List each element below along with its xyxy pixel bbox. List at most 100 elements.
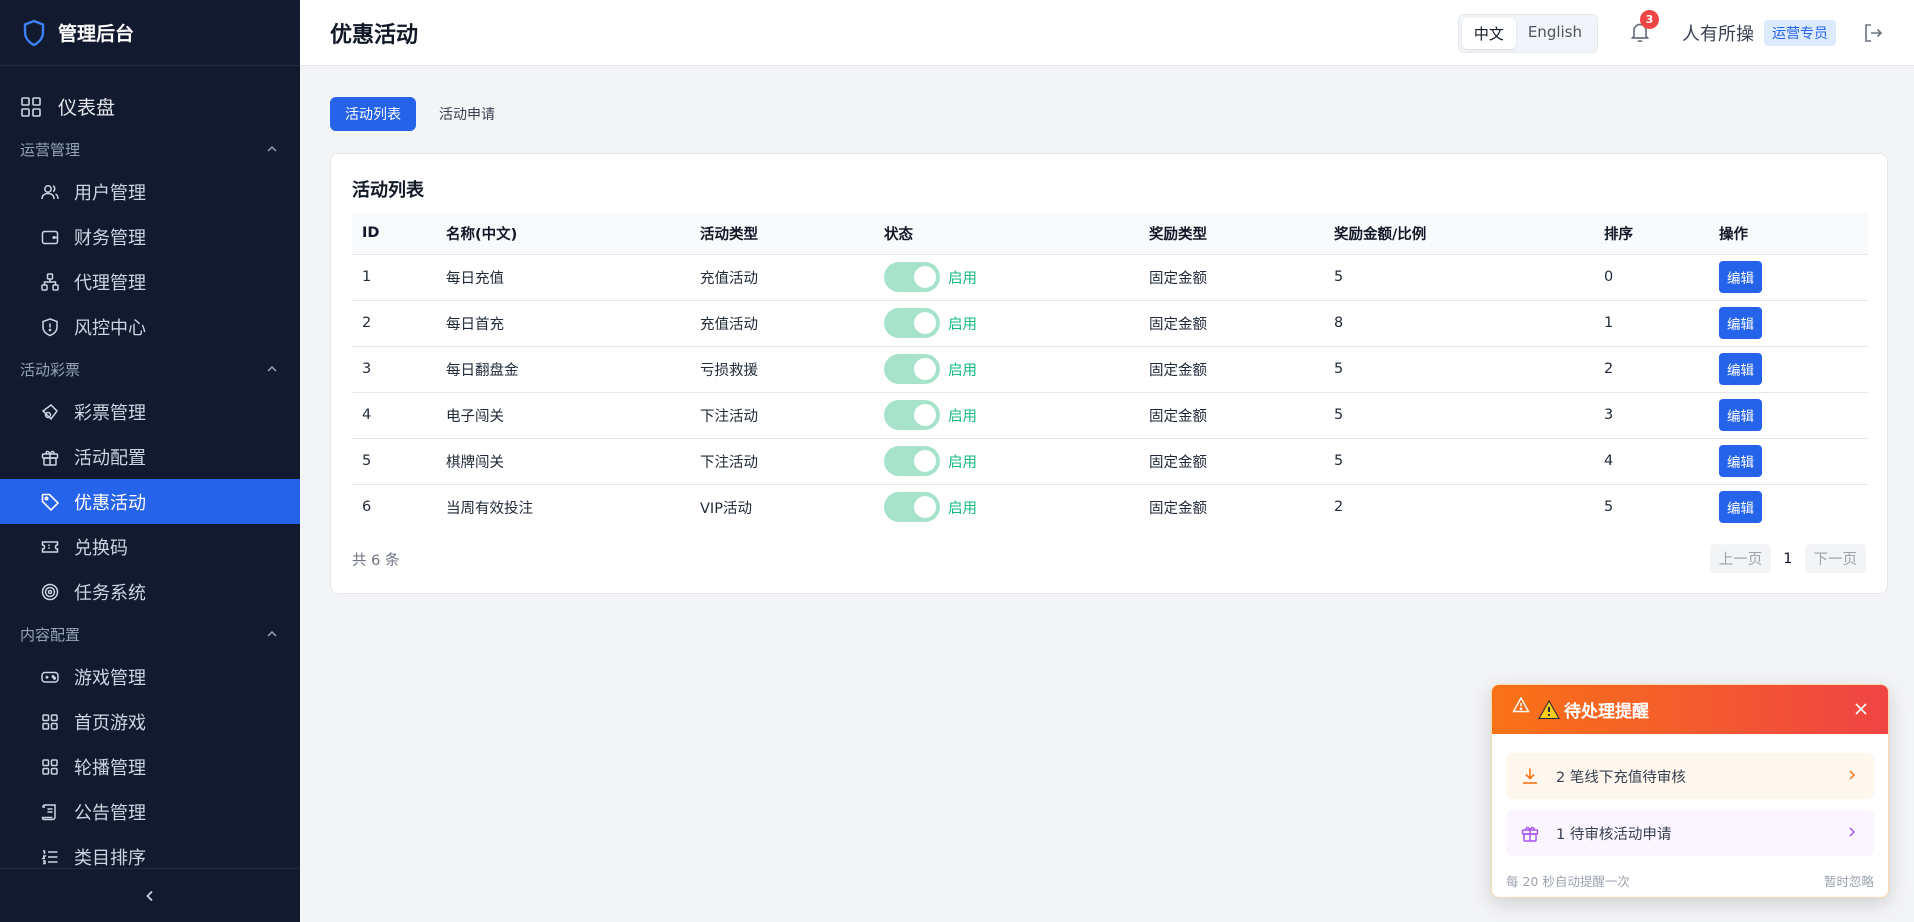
cell-type: 下注活动 bbox=[700, 408, 758, 425]
sidebar-item-users[interactable]: 用户管理 bbox=[0, 169, 300, 214]
sidebar-item-promotions[interactable]: 优惠活动 bbox=[0, 479, 300, 524]
cell-reward-type: 固定金额 bbox=[1149, 270, 1207, 287]
status-toggle[interactable] bbox=[884, 262, 940, 292]
edit-button[interactable]: 编辑 bbox=[1719, 399, 1762, 431]
cell-type: 充值活动 bbox=[700, 270, 758, 287]
close-icon[interactable] bbox=[1854, 702, 1868, 716]
sidebar-item-label: 活动配置 bbox=[74, 447, 146, 469]
table-row: 3 每日翻盘金 亏损救援 启用 固定金额 5 2 编辑 bbox=[352, 346, 1868, 392]
user-name[interactable]: 人有所操 bbox=[1682, 20, 1754, 46]
sidebar-group-activity-lottery[interactable]: 活动彩票 bbox=[0, 349, 300, 389]
sidebar-item-finance[interactable]: 财务管理 bbox=[0, 214, 300, 259]
sidebar-item-activity-config[interactable]: 活动配置 bbox=[0, 434, 300, 479]
download-icon bbox=[1523, 768, 1537, 784]
sidebar-item-label: 风控中心 bbox=[74, 317, 146, 339]
status-toggle[interactable] bbox=[884, 354, 940, 384]
activity-tabs: 活动列表 活动申请 bbox=[330, 97, 518, 131]
status-toggle[interactable] bbox=[884, 492, 940, 523]
status-text: 启用 bbox=[948, 408, 977, 425]
cell-id: 3 bbox=[362, 361, 372, 377]
cell-id: 4 bbox=[362, 407, 372, 423]
table-header-row: ID 名称(中文) 活动类型 状态 奖励类型 奖励金额/比例 排序 操作 bbox=[352, 213, 1868, 254]
sidebar-group-content[interactable]: 内容配置 bbox=[0, 614, 300, 654]
table-row: 5 棋牌闯关 下注活动 启用 固定金额 5 4 编辑 bbox=[352, 438, 1868, 484]
status-text: 启用 bbox=[948, 500, 977, 517]
cell-reward-type: 固定金额 bbox=[1149, 500, 1207, 517]
scroll-icon bbox=[41, 803, 56, 820]
next-page-button[interactable]: 下一页 bbox=[1804, 544, 1866, 573]
chevron-up-icon bbox=[267, 365, 277, 372]
group-title: 活动彩票 bbox=[20, 360, 81, 379]
tab-activity-applications[interactable]: 活动申请 bbox=[424, 97, 510, 131]
sidebar-item-label: 代理管理 bbox=[74, 272, 146, 294]
status-toggle[interactable] bbox=[884, 400, 940, 430]
status-text: 启用 bbox=[948, 362, 977, 379]
cell-reward-type: 固定金额 bbox=[1149, 454, 1207, 471]
activity-list-card: 活动列表 ID 名称(中文) 活动类型 状态 奖励类型 奖励金额/比例 排序 操… bbox=[330, 153, 1888, 594]
sidebar-item-label: 任务系统 bbox=[74, 582, 146, 604]
edit-button[interactable]: 编辑 bbox=[1719, 261, 1762, 293]
sidebar: 管理后台 仪表盘 运营管理 用户管理 财务管理 代理管理 风控中心 活动彩票 彩… bbox=[0, 0, 300, 922]
lang-en-button[interactable]: English bbox=[1516, 18, 1594, 49]
status-toggle[interactable] bbox=[884, 308, 940, 338]
coupon-icon bbox=[41, 540, 59, 553]
reminder-text: 2 笔线下充值待审核 bbox=[1556, 769, 1686, 786]
current-page[interactable]: 1 bbox=[1783, 551, 1792, 567]
sidebar-group-operations[interactable]: 运营管理 bbox=[0, 129, 300, 169]
prev-page-button[interactable]: 上一页 bbox=[1709, 544, 1772, 573]
warning-icon bbox=[1538, 699, 1560, 719]
notification-button[interactable]: 3 bbox=[1628, 10, 1659, 46]
dismiss-button[interactable]: 暂时忽略 bbox=[1824, 871, 1874, 890]
grid-icon bbox=[42, 713, 58, 730]
cell-name: 当周有效投注 bbox=[446, 500, 533, 517]
wallet-icon bbox=[41, 230, 59, 244]
sidebar-item-label: 轮播管理 bbox=[74, 757, 146, 779]
cell-status: 启用 bbox=[874, 254, 1139, 300]
status-text: 启用 bbox=[948, 316, 977, 333]
tab-activity-list[interactable]: 活动列表 bbox=[330, 97, 416, 131]
table-row: 4 电子闯关 下注活动 启用 固定金额 5 3 编辑 bbox=[352, 392, 1868, 438]
sidebar-collapse-button[interactable] bbox=[0, 868, 300, 922]
chevron-up-icon bbox=[267, 145, 277, 152]
sidebar-item-redeem-codes[interactable]: 兑换码 bbox=[0, 524, 300, 569]
sidebar-item-agents[interactable]: 代理管理 bbox=[0, 259, 300, 304]
column-header: ID bbox=[362, 225, 380, 242]
sidebar-item-lottery[interactable]: 彩票管理 bbox=[0, 389, 300, 434]
lang-zh-button[interactable]: 中文 bbox=[1461, 17, 1516, 49]
sidebar-item-tasks[interactable]: 任务系统 bbox=[0, 569, 300, 614]
edit-button[interactable]: 编辑 bbox=[1719, 491, 1762, 524]
column-header: 活动类型 bbox=[700, 226, 758, 243]
chevron-up-icon bbox=[267, 630, 277, 637]
edit-button[interactable]: 编辑 bbox=[1719, 353, 1762, 385]
cell-sort: 0 bbox=[1604, 269, 1614, 285]
cell-reward-type: 固定金额 bbox=[1149, 316, 1207, 333]
gift-icon bbox=[1521, 826, 1539, 842]
logout-icon[interactable] bbox=[1862, 22, 1884, 44]
cell-name: 每日充值 bbox=[446, 270, 504, 287]
list-ordered-icon bbox=[41, 849, 58, 864]
sidebar-item-dashboard[interactable]: 仪表盘 bbox=[0, 84, 300, 129]
sidebar-item-label: 彩票管理 bbox=[74, 402, 146, 424]
sidebar-item-label: 类目排序 bbox=[74, 847, 146, 869]
sidebar-item-banners[interactable]: 轮播管理 bbox=[0, 744, 300, 789]
sidebar-item-announcements[interactable]: 公告管理 bbox=[0, 789, 300, 834]
popup-header: 待处理提醒 bbox=[1492, 685, 1888, 734]
sidebar-item-label: 优惠活动 bbox=[74, 492, 146, 514]
edit-button[interactable]: 编辑 bbox=[1719, 307, 1762, 339]
sidebar-item-games[interactable]: 游戏管理 bbox=[0, 654, 300, 699]
brand[interactable]: 管理后台 bbox=[0, 0, 300, 66]
users-icon bbox=[41, 184, 59, 199]
cell-action: 编辑 bbox=[1709, 392, 1868, 438]
dashboard-icon bbox=[21, 96, 41, 117]
cell-reward-type: 固定金额 bbox=[1149, 362, 1207, 379]
sidebar-item-risk[interactable]: 风控中心 bbox=[0, 304, 300, 349]
chevron-left-icon bbox=[146, 890, 153, 901]
sidebar-item-home-games[interactable]: 首页游戏 bbox=[0, 699, 300, 744]
cell-status: 启用 bbox=[874, 346, 1139, 392]
cell-sort: 4 bbox=[1604, 453, 1614, 469]
cell-name: 每日首充 bbox=[446, 316, 504, 333]
edit-button[interactable]: 编辑 bbox=[1719, 445, 1762, 477]
status-toggle[interactable] bbox=[884, 446, 940, 476]
reminder-offline-recharge[interactable]: 2 笔线下充值待审核 bbox=[1506, 753, 1874, 799]
reminder-activity-application[interactable]: 1 待审核活动申请 bbox=[1506, 810, 1874, 856]
